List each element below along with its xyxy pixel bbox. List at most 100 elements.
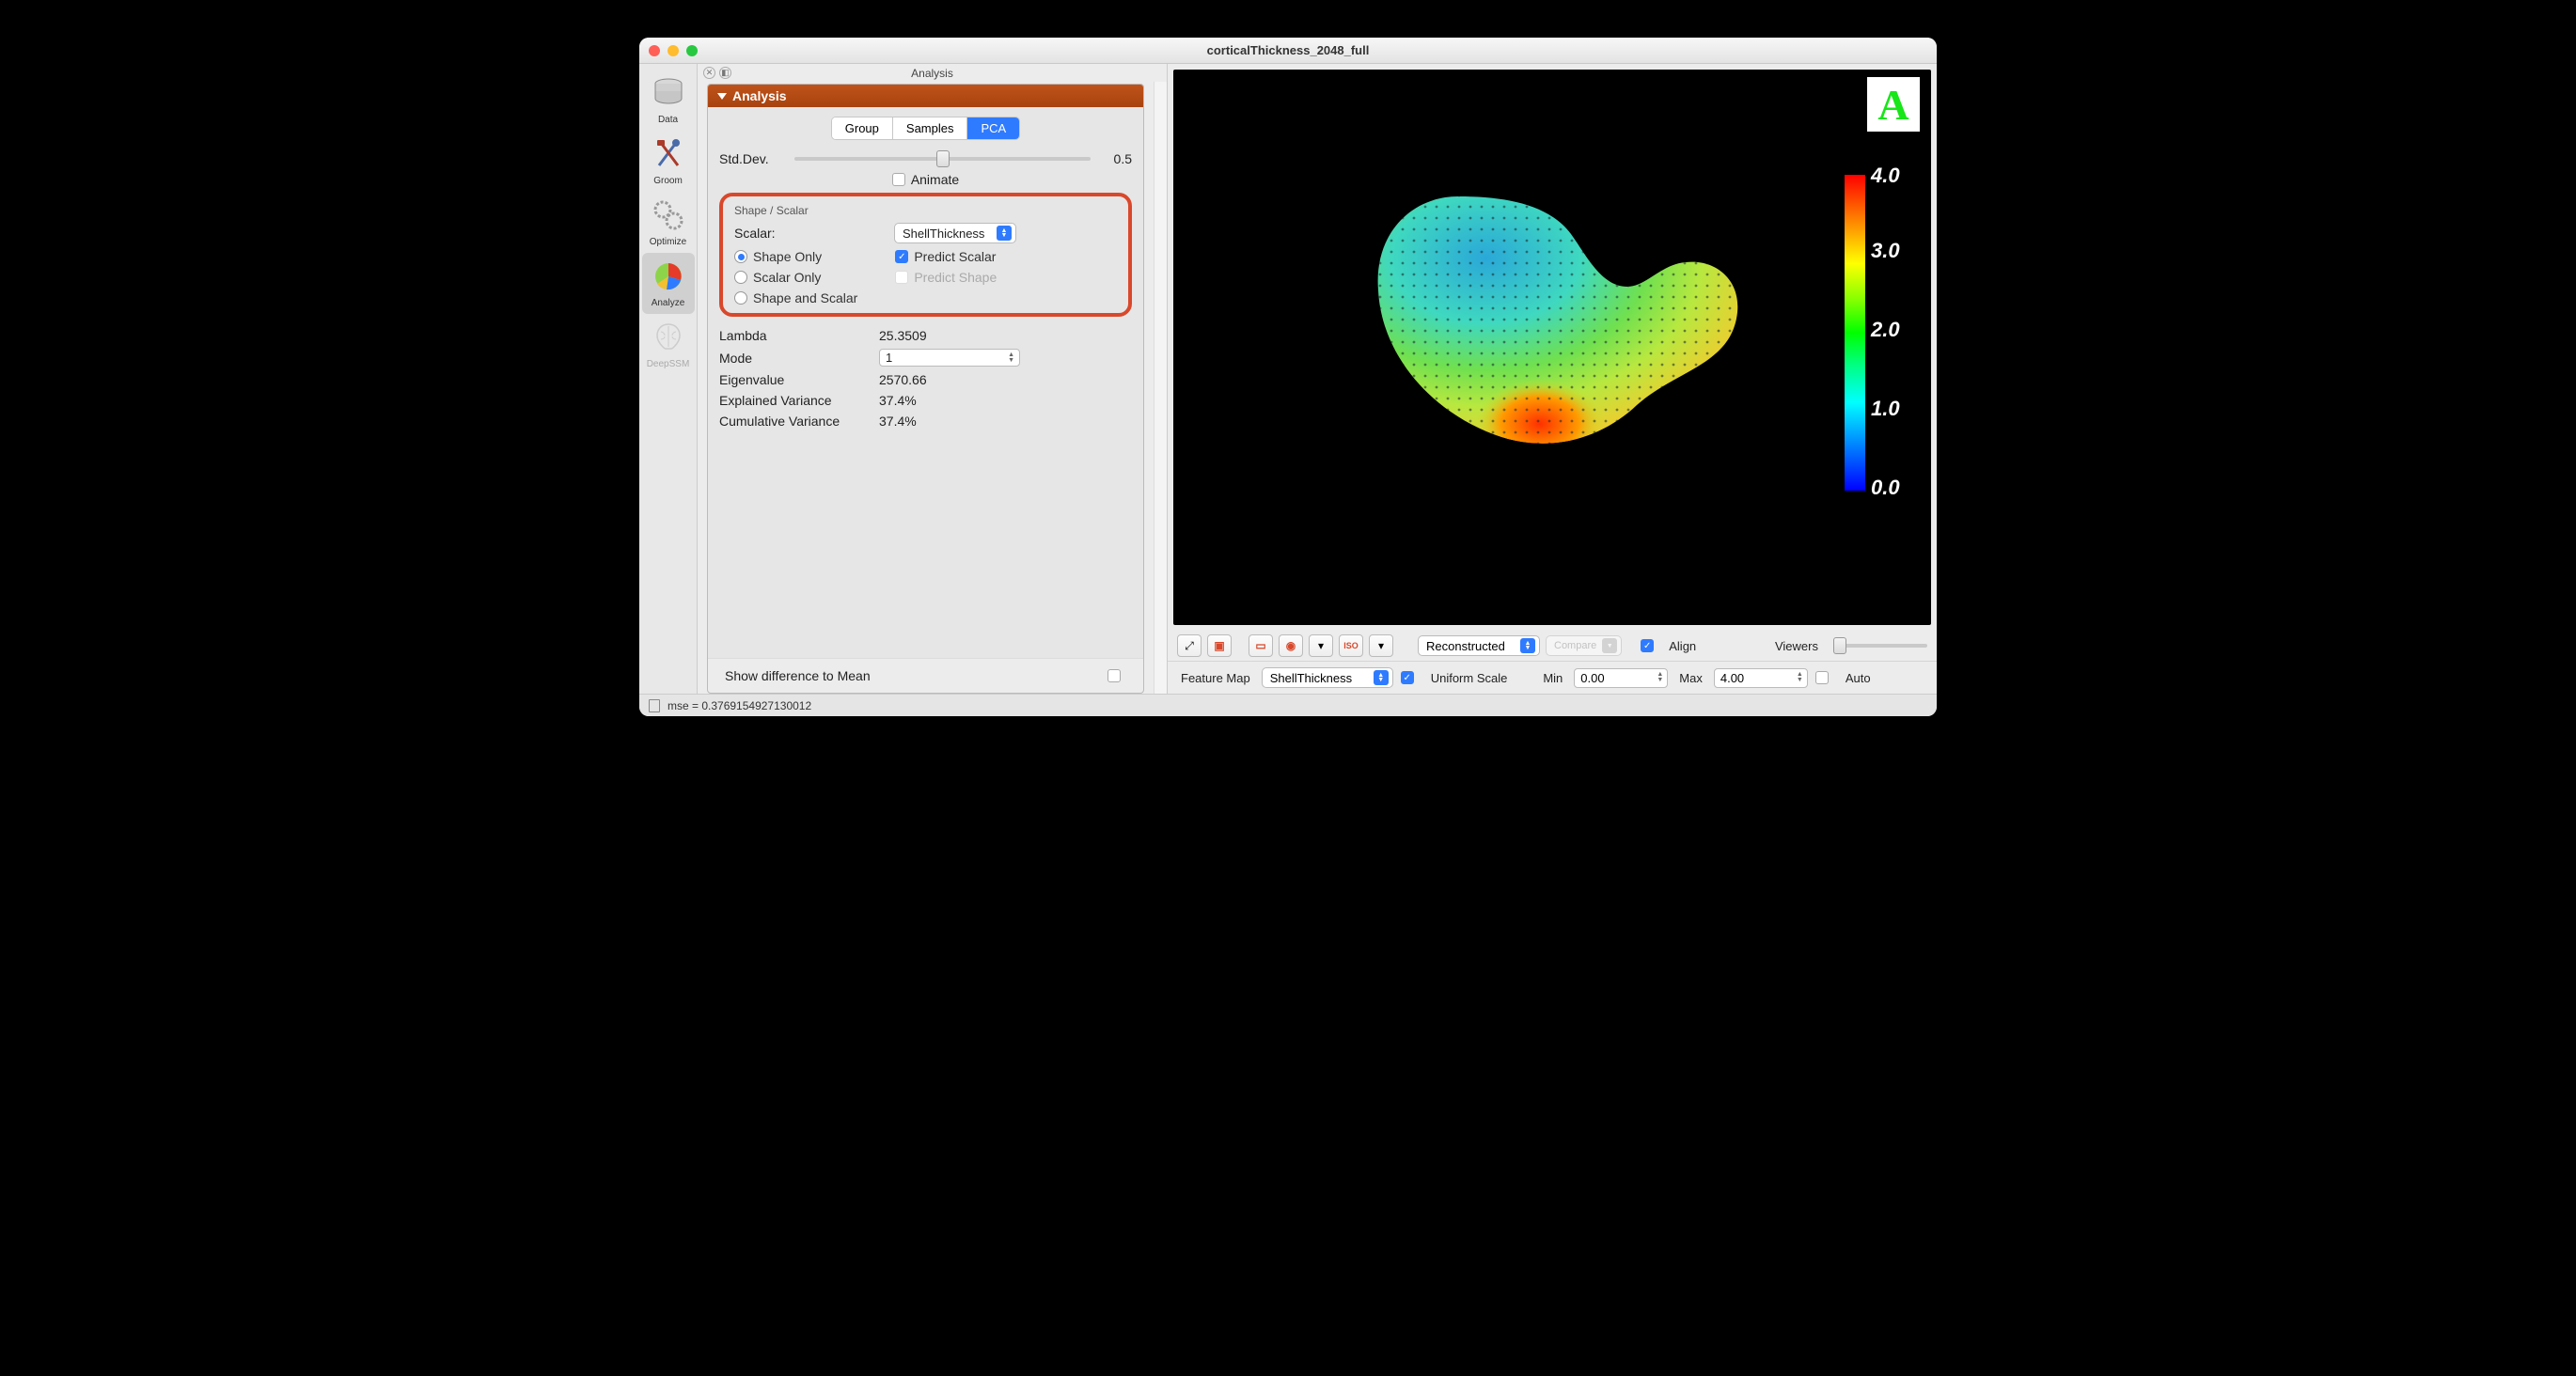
window-controls — [649, 45, 698, 56]
feature-map-label: Feature Map — [1181, 671, 1250, 685]
display-mode-select[interactable]: Reconstructed ▲▼ — [1418, 635, 1540, 656]
predict-scalar-checkbox[interactable]: ✓Predict Scalar — [895, 249, 997, 264]
shape-scalar-title: Shape / Scalar — [734, 204, 1117, 217]
panel-header: ✕ ◧ Analysis — [698, 64, 1167, 82]
show-difference-checkbox[interactable] — [1107, 669, 1121, 682]
titlebar: corticalThickness_2048_full — [639, 38, 1937, 64]
chevron-down-icon: ▼ — [1602, 638, 1617, 653]
view-toolbar: ⤢ ▣ ▭ ◉ ▾ ISO ▾ Reconstructed ▲▼ Compare… — [1168, 631, 1937, 661]
cumulative-variance-label: Cumulative Variance — [719, 414, 879, 429]
lambda-label: Lambda — [719, 328, 879, 343]
status-text: mse = 0.3769154927130012 — [668, 699, 811, 712]
panel-close-icon[interactable]: ✕ — [703, 67, 715, 79]
sidebar-item-label: Data — [658, 115, 678, 125]
explained-variance-value: 37.4% — [879, 393, 1132, 408]
stepper-arrows-icon: ▲▼ — [1797, 672, 1803, 683]
colorbar: 4.0 3.0 2.0 1.0 0.0 — [1831, 164, 1916, 502]
eigenvalue-value: 2570.66 — [879, 372, 1132, 387]
uniform-scale-checkbox[interactable]: ✓ — [1401, 671, 1414, 684]
checkbox-icon — [895, 271, 908, 284]
min-label: Min — [1543, 671, 1563, 685]
sidebar-item-deepssm[interactable]: DeepSSM — [642, 314, 695, 375]
scalar-label: Scalar: — [734, 226, 894, 241]
compare-select: Compare ▼ — [1546, 635, 1622, 656]
feature-map-select[interactable]: ShellThickness ▲▼ — [1262, 667, 1393, 688]
stepper-arrows-icon: ▲▼ — [1657, 672, 1663, 683]
chevron-down-icon: ▾ — [1318, 639, 1324, 652]
scalar-select[interactable]: ShellThickness ▲▼ — [894, 223, 1016, 243]
tools-icon — [649, 134, 688, 174]
piechart-icon — [649, 257, 688, 296]
panel-scrollbar[interactable] — [1154, 82, 1167, 694]
sidebar-item-data[interactable]: Data — [642, 70, 695, 131]
gears-icon — [649, 195, 688, 235]
iso-button[interactable]: ISO — [1339, 634, 1363, 657]
colorbar-tick: 2.0 — [1871, 318, 1916, 342]
min-input[interactable]: 0.00▲▼ — [1574, 668, 1668, 688]
section-title: Analysis — [732, 88, 787, 103]
align-label: Align — [1669, 639, 1696, 653]
viewers-slider[interactable] — [1833, 644, 1927, 648]
sidebar-item-label: DeepSSM — [647, 359, 690, 369]
stddev-slider[interactable] — [794, 157, 1091, 161]
image-button[interactable]: ▭ — [1249, 634, 1273, 657]
tab-samples[interactable]: Samples — [893, 117, 968, 139]
show-difference-row: Show difference to Mean — [708, 658, 1143, 693]
mode-label: Mode — [719, 351, 879, 366]
document-icon — [649, 699, 660, 712]
stepper-arrows-icon: ▲▼ — [1005, 352, 1017, 364]
chevron-updown-icon: ▲▼ — [1374, 670, 1389, 685]
screenshot-button[interactable]: ▣ — [1207, 634, 1232, 657]
radio-shape-and-scalar[interactable]: Shape and Scalar — [734, 290, 857, 305]
fit-view-button[interactable]: ⤢ — [1177, 634, 1202, 657]
max-input[interactable]: 4.00▲▼ — [1714, 668, 1808, 688]
database-icon — [649, 73, 688, 113]
colorbar-tick: 1.0 — [1871, 397, 1916, 421]
stddev-value: 0.5 — [1100, 151, 1132, 166]
tab-group[interactable]: Group — [832, 117, 893, 139]
status-bar: mse = 0.3769154927130012 — [639, 694, 1937, 716]
3d-viewport[interactable]: A — [1173, 70, 1931, 625]
checkbox-icon: ✓ — [895, 250, 908, 263]
minimize-button[interactable] — [668, 45, 679, 56]
cumulative-variance-value: 37.4% — [879, 414, 1132, 429]
panel-popout-icon[interactable]: ◧ — [719, 67, 731, 79]
auto-label: Auto — [1846, 671, 1871, 685]
auto-checkbox[interactable] — [1815, 671, 1829, 684]
brain-icon — [649, 318, 688, 357]
colorbar-gradient — [1845, 175, 1865, 491]
stddev-label: Std.Dev. — [719, 151, 785, 166]
camera-icon: ▣ — [1214, 639, 1224, 652]
analysis-section-header[interactable]: Analysis — [708, 85, 1143, 107]
particles-dropdown[interactable]: ▾ — [1309, 634, 1333, 657]
particles-button[interactable]: ◉ — [1279, 634, 1303, 657]
animate-checkbox[interactable] — [892, 173, 905, 186]
viewers-label: Viewers — [1775, 639, 1818, 653]
colorbar-tick: 3.0 — [1871, 239, 1916, 263]
radio-scalar-only[interactable]: Scalar Only — [734, 270, 857, 285]
iso-dropdown[interactable]: ▾ — [1369, 634, 1393, 657]
fit-icon: ⤢ — [1185, 639, 1194, 653]
max-label: Max — [1679, 671, 1703, 685]
colorbar-tick: 0.0 — [1871, 476, 1916, 500]
shape-scalar-group: Shape / Scalar Scalar: ShellThickness ▲▼… — [719, 193, 1132, 317]
sidebar-item-analyze[interactable]: Analyze — [642, 253, 695, 314]
sidebar-item-optimize[interactable]: Optimize — [642, 192, 695, 253]
close-button[interactable] — [649, 45, 660, 56]
tab-pca[interactable]: PCA — [967, 117, 1019, 139]
image-icon: ▭ — [1255, 639, 1265, 652]
sidebar-item-groom[interactable]: Groom — [642, 131, 695, 192]
view-badge: A — [1867, 77, 1920, 132]
analysis-panel: ✕ ◧ Analysis Analysis Group Samples PCA — [698, 64, 1168, 694]
zoom-button[interactable] — [686, 45, 698, 56]
iso-icon: ISO — [1343, 641, 1359, 650]
animate-label: Animate — [911, 172, 959, 187]
radio-icon — [734, 250, 747, 263]
predict-shape-checkbox: Predict Shape — [895, 270, 997, 285]
radio-shape-only[interactable]: Shape Only — [734, 249, 857, 264]
sidebar-item-label: Optimize — [650, 237, 686, 247]
analysis-box: Analysis Group Samples PCA Std.Dev. 0.5 — [707, 84, 1144, 694]
viewer-panel: A — [1168, 64, 1937, 694]
align-checkbox[interactable]: ✓ — [1641, 639, 1654, 652]
mode-stepper[interactable]: 1▲▼ — [879, 349, 1020, 367]
